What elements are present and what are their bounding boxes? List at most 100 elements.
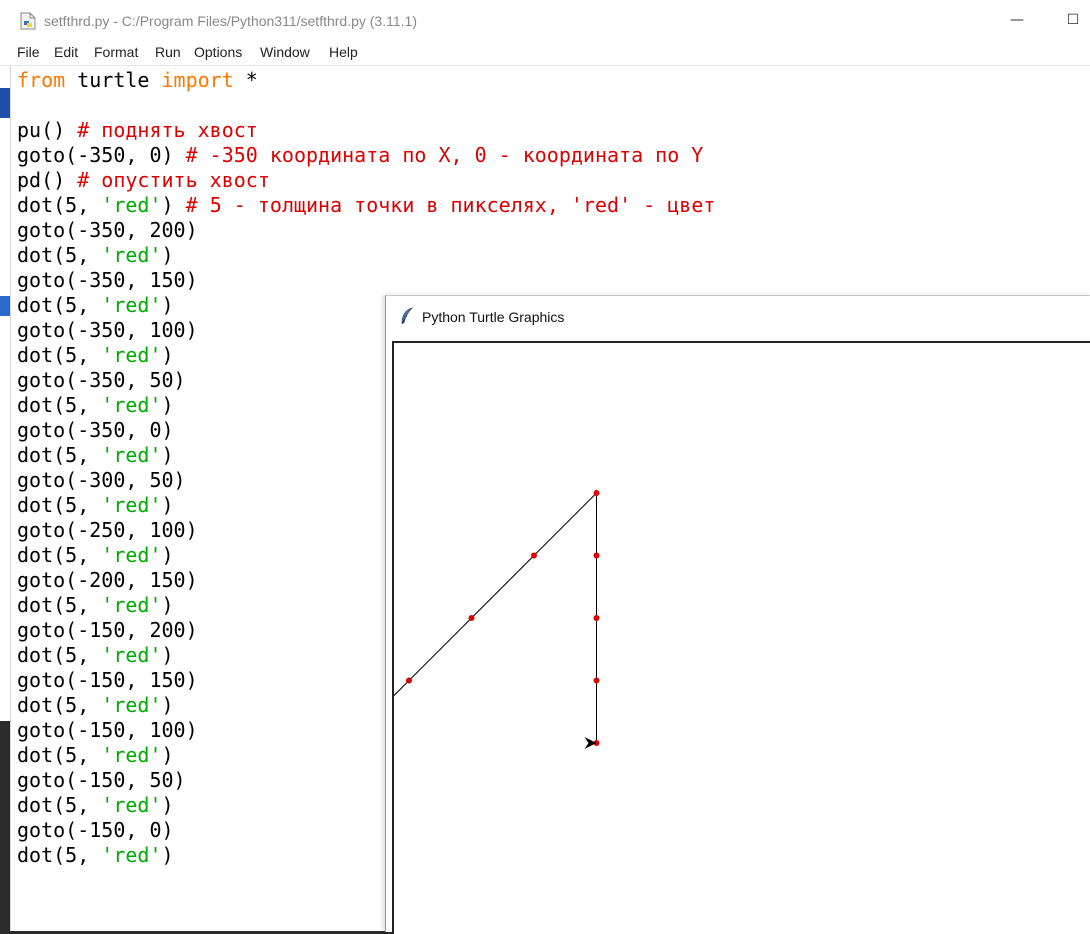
code-token: ) bbox=[161, 343, 174, 367]
feather-icon bbox=[401, 307, 414, 325]
code-string: 'red' bbox=[101, 543, 162, 567]
turtle-graphics-window[interactable]: Python Turtle Graphics bbox=[385, 295, 1090, 934]
menu-help[interactable]: Help bbox=[329, 44, 358, 60]
code-keyword: import bbox=[161, 68, 234, 92]
code-line: dot(5, 'red') bbox=[17, 643, 174, 668]
turtle-cursor-icon bbox=[584, 737, 597, 749]
turtle-dot bbox=[468, 615, 475, 621]
turtle-dot bbox=[531, 552, 537, 559]
menu-run[interactable]: Run bbox=[155, 44, 181, 60]
code-token: goto(-350, 0) bbox=[17, 143, 186, 167]
code-token: ) bbox=[161, 793, 174, 817]
code-token: dot(5, bbox=[17, 843, 102, 867]
code-line: dot(5, 'red') bbox=[17, 843, 174, 868]
code-token: goto(-150, 150) bbox=[17, 668, 198, 692]
code-line: goto(-300, 50) bbox=[17, 468, 186, 493]
code-line: dot(5, 'red') bbox=[17, 743, 174, 768]
code-line: goto(-150, 150) bbox=[17, 668, 198, 693]
code-string: 'red' bbox=[101, 393, 162, 417]
code-line: dot(5, 'red') bbox=[17, 793, 174, 818]
code-token: ) bbox=[161, 293, 174, 317]
turtle-drawing bbox=[394, 490, 600, 749]
code-keyword: from bbox=[17, 68, 66, 92]
window-title: setfthrd.py - C:/Program Files/Python311… bbox=[44, 13, 417, 29]
code-string: 'red' bbox=[101, 843, 162, 867]
code-token: goto(-350, 100) bbox=[17, 318, 198, 342]
code-line: goto(-150, 0) bbox=[17, 818, 174, 843]
code-token: ) bbox=[161, 193, 186, 217]
code-comment: # опустить хвост bbox=[77, 168, 270, 192]
code-string: 'red' bbox=[101, 693, 162, 717]
code-token: ) bbox=[161, 743, 174, 767]
code-line: dot(5, 'red') bbox=[17, 343, 174, 368]
menu-format[interactable]: Format bbox=[94, 44, 138, 60]
code-line: dot(5, 'red') bbox=[17, 543, 174, 568]
code-token: goto(-350, 0) bbox=[17, 418, 174, 442]
menu-bar: File Edit Format Run Options Window Help bbox=[0, 40, 1090, 66]
menu-window[interactable]: Window bbox=[260, 44, 310, 60]
code-token: goto(-150, 50) bbox=[17, 768, 186, 792]
code-string: 'red' bbox=[101, 593, 162, 617]
code-token: dot(5, bbox=[17, 793, 102, 817]
code-token: ) bbox=[161, 443, 174, 467]
code-token: ) bbox=[161, 543, 174, 567]
code-token: goto(-350, 50) bbox=[17, 368, 186, 392]
code-token: ) bbox=[161, 843, 174, 867]
code-token: goto(-150, 0) bbox=[17, 818, 174, 842]
code-token: * bbox=[233, 68, 258, 92]
code-token: dot(5, bbox=[17, 643, 102, 667]
code-string: 'red' bbox=[101, 643, 162, 667]
code-string: 'red' bbox=[101, 743, 162, 767]
code-token: pd() bbox=[17, 168, 78, 192]
menu-options[interactable]: Options bbox=[194, 44, 242, 60]
code-token: dot(5, bbox=[17, 243, 102, 267]
minimize-button[interactable]: — bbox=[1002, 8, 1032, 32]
code-line: goto(-150, 50) bbox=[17, 768, 186, 793]
code-line: goto(-350, 200) bbox=[17, 218, 198, 243]
menu-file[interactable]: File bbox=[17, 44, 40, 60]
maximize-button[interactable]: ☐ bbox=[1058, 8, 1088, 32]
code-token: ) bbox=[161, 643, 174, 667]
code-string: 'red' bbox=[101, 293, 162, 317]
turtle-window-title: Python Turtle Graphics bbox=[422, 309, 565, 325]
code-token: goto(-350, 200) bbox=[17, 218, 198, 242]
code-token: goto(-150, 100) bbox=[17, 718, 198, 742]
code-token: ) bbox=[161, 493, 174, 517]
code-token: dot(5, bbox=[17, 743, 102, 767]
code-line: goto(-350, 150) bbox=[17, 268, 198, 293]
code-string: 'red' bbox=[101, 793, 162, 817]
code-line: from turtle import * bbox=[17, 68, 258, 93]
background-logo-fragment bbox=[0, 296, 10, 316]
turtle-title-bar[interactable]: Python Turtle Graphics bbox=[386, 296, 1090, 336]
turtle-canvas[interactable] bbox=[392, 341, 1090, 934]
code-line: goto(-200, 150) bbox=[17, 568, 198, 593]
code-token: goto(-250, 100) bbox=[17, 518, 198, 542]
code-string: 'red' bbox=[101, 493, 162, 517]
code-line: dot(5, 'red') bbox=[17, 593, 174, 618]
code-string: 'red' bbox=[101, 193, 162, 217]
title-bar: setfthrd.py - C:/Program Files/Python311… bbox=[0, 0, 1090, 40]
background-taskbar-fragment bbox=[0, 721, 10, 931]
code-line: dot(5, 'red') bbox=[17, 443, 174, 468]
code-token: goto(-350, 150) bbox=[17, 268, 198, 292]
turtle-dot bbox=[593, 552, 600, 559]
background-window-edge bbox=[0, 66, 10, 931]
code-line: dot(5, 'red') bbox=[17, 293, 174, 318]
code-token: dot(5, bbox=[17, 393, 102, 417]
code-line: pu() # поднять хвост bbox=[17, 118, 258, 143]
turtle-dot bbox=[406, 677, 412, 684]
code-token: dot(5, bbox=[17, 193, 102, 217]
code-comment: # 5 - толщина точки в пикселях, 'red' - … bbox=[185, 193, 716, 217]
code-string: 'red' bbox=[101, 343, 162, 367]
background-logo-fragment bbox=[0, 88, 10, 118]
code-token: dot(5, bbox=[17, 293, 102, 317]
code-line: goto(-350, 0) # -350 координата по X, 0 … bbox=[17, 143, 703, 168]
code-line: pd() # опустить хвост bbox=[17, 168, 270, 193]
code-line: dot(5, 'red') # 5 - толщина точки в пикс… bbox=[17, 193, 715, 218]
code-line: goto(-150, 200) bbox=[17, 618, 198, 643]
code-line: goto(-350, 100) bbox=[17, 318, 198, 343]
turtle-dot bbox=[593, 490, 600, 496]
menu-edit[interactable]: Edit bbox=[54, 44, 78, 60]
code-token: goto(-150, 200) bbox=[17, 618, 198, 642]
code-line: goto(-150, 100) bbox=[17, 718, 198, 743]
